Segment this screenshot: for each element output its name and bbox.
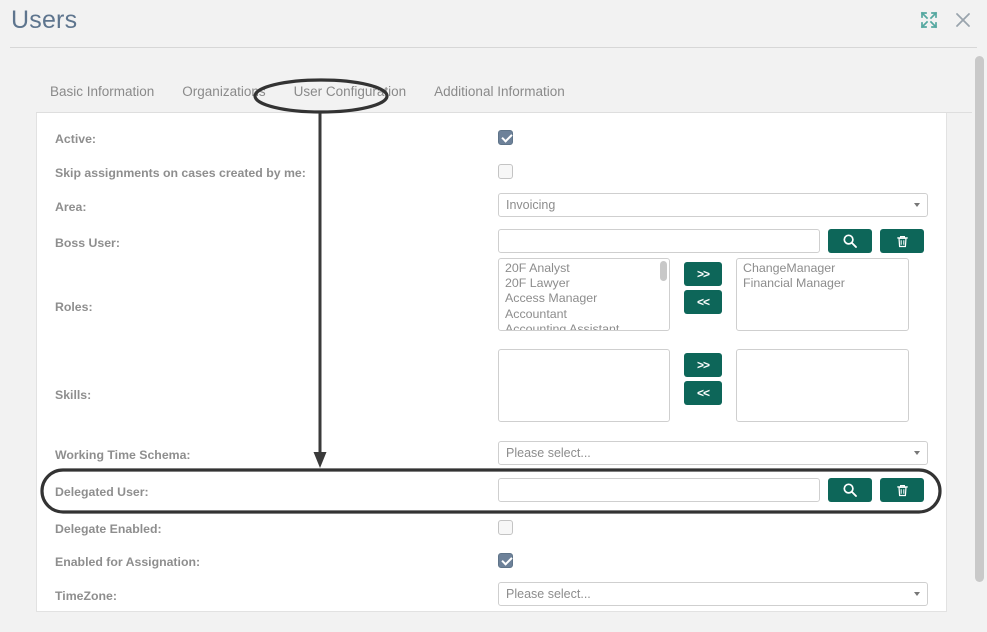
checkbox-enabled-for-assignation[interactable]	[498, 553, 513, 568]
delegated-user-input[interactable]	[498, 478, 820, 502]
select-working-time-schema-value: Please select...	[506, 446, 591, 460]
list-item[interactable]: Accounting Assistant	[499, 322, 669, 330]
select-area[interactable]: Invoicing	[498, 193, 928, 217]
boss-user-search-button[interactable]	[828, 229, 872, 253]
list-item[interactable]: Access Manager	[499, 291, 669, 306]
label-roles: Roles:	[55, 300, 93, 314]
skills-add-button[interactable]: >>	[684, 353, 722, 377]
delegated-user-delete-button[interactable]	[880, 478, 924, 502]
roles-available-list[interactable]: 20F Analyst 20F Lawyer Access Manager Ac…	[498, 258, 670, 331]
tab-organizations[interactable]: Organizations	[168, 84, 279, 108]
roles-selected-list[interactable]: ChangeManager Financial Manager	[736, 258, 909, 331]
tab-bar: Basic Information Organizations User Con…	[36, 84, 579, 108]
close-icon[interactable]	[953, 10, 973, 30]
boss-user-input[interactable]	[498, 229, 820, 253]
boss-user-delete-button[interactable]	[880, 229, 924, 253]
checkbox-skip-assignments[interactable]	[498, 164, 513, 179]
select-timezone-value: Please select...	[506, 587, 591, 601]
page-title: Users	[11, 6, 78, 34]
checkbox-active[interactable]	[498, 130, 513, 145]
label-delegated-user: Delegated User:	[55, 485, 149, 499]
roles-add-button[interactable]: >>	[684, 262, 722, 286]
delegated-user-search-button[interactable]	[828, 478, 872, 502]
expand-icon[interactable]	[919, 10, 939, 30]
checkbox-delegate-enabled[interactable]	[498, 520, 513, 535]
label-timezone: TimeZone:	[55, 589, 117, 603]
select-timezone[interactable]: Please select...	[498, 582, 928, 606]
select-working-time-schema[interactable]: Please select...	[498, 441, 928, 465]
label-area: Area:	[55, 200, 87, 214]
label-boss-user: Boss User:	[55, 236, 120, 250]
list-item[interactable]: Financial Manager	[737, 276, 908, 291]
label-skills: Skills:	[55, 388, 92, 402]
chevron-down-icon	[914, 451, 920, 455]
tab-user-configuration[interactable]: User Configuration	[280, 84, 421, 108]
tab-basic-information[interactable]: Basic Information	[36, 84, 168, 108]
list-item[interactable]: ChangeManager	[737, 261, 908, 276]
user-configuration-panel: Active: Skip assignments on cases create…	[36, 113, 947, 612]
skills-remove-button[interactable]: <<	[684, 381, 722, 405]
label-enabled-for-assignation: Enabled for Assignation:	[55, 555, 201, 569]
page-scrollbar-thumb[interactable]	[975, 56, 984, 582]
label-working-time-schema: Working Time Schema:	[55, 448, 191, 462]
roles-remove-button[interactable]: <<	[684, 290, 722, 314]
skills-available-list[interactable]	[498, 349, 670, 422]
tab-additional-information[interactable]: Additional Information	[420, 84, 579, 108]
header-icon-group	[919, 10, 973, 30]
skills-transfer-buttons: >> <<	[684, 353, 722, 405]
label-active: Active:	[55, 132, 97, 146]
skills-selected-list[interactable]	[736, 349, 909, 422]
window-header: Users	[0, 0, 987, 48]
roles-list-scrollbar[interactable]	[660, 261, 667, 281]
select-area-value: Invoicing	[506, 198, 556, 212]
roles-transfer-buttons: >> <<	[684, 262, 722, 314]
list-item[interactable]: 20F Lawyer	[499, 276, 669, 291]
label-skip-assignments: Skip assignments on cases created by me:	[55, 166, 306, 180]
list-item[interactable]: Accountant	[499, 307, 669, 322]
label-delegate-enabled: Delegate Enabled:	[55, 522, 162, 536]
app-root: Users Basic Information Organizations Us…	[0, 0, 987, 632]
chevron-down-icon	[914, 203, 920, 207]
list-item[interactable]: 20F Analyst	[499, 261, 669, 276]
header-divider	[10, 47, 977, 48]
chevron-down-icon	[914, 592, 920, 596]
